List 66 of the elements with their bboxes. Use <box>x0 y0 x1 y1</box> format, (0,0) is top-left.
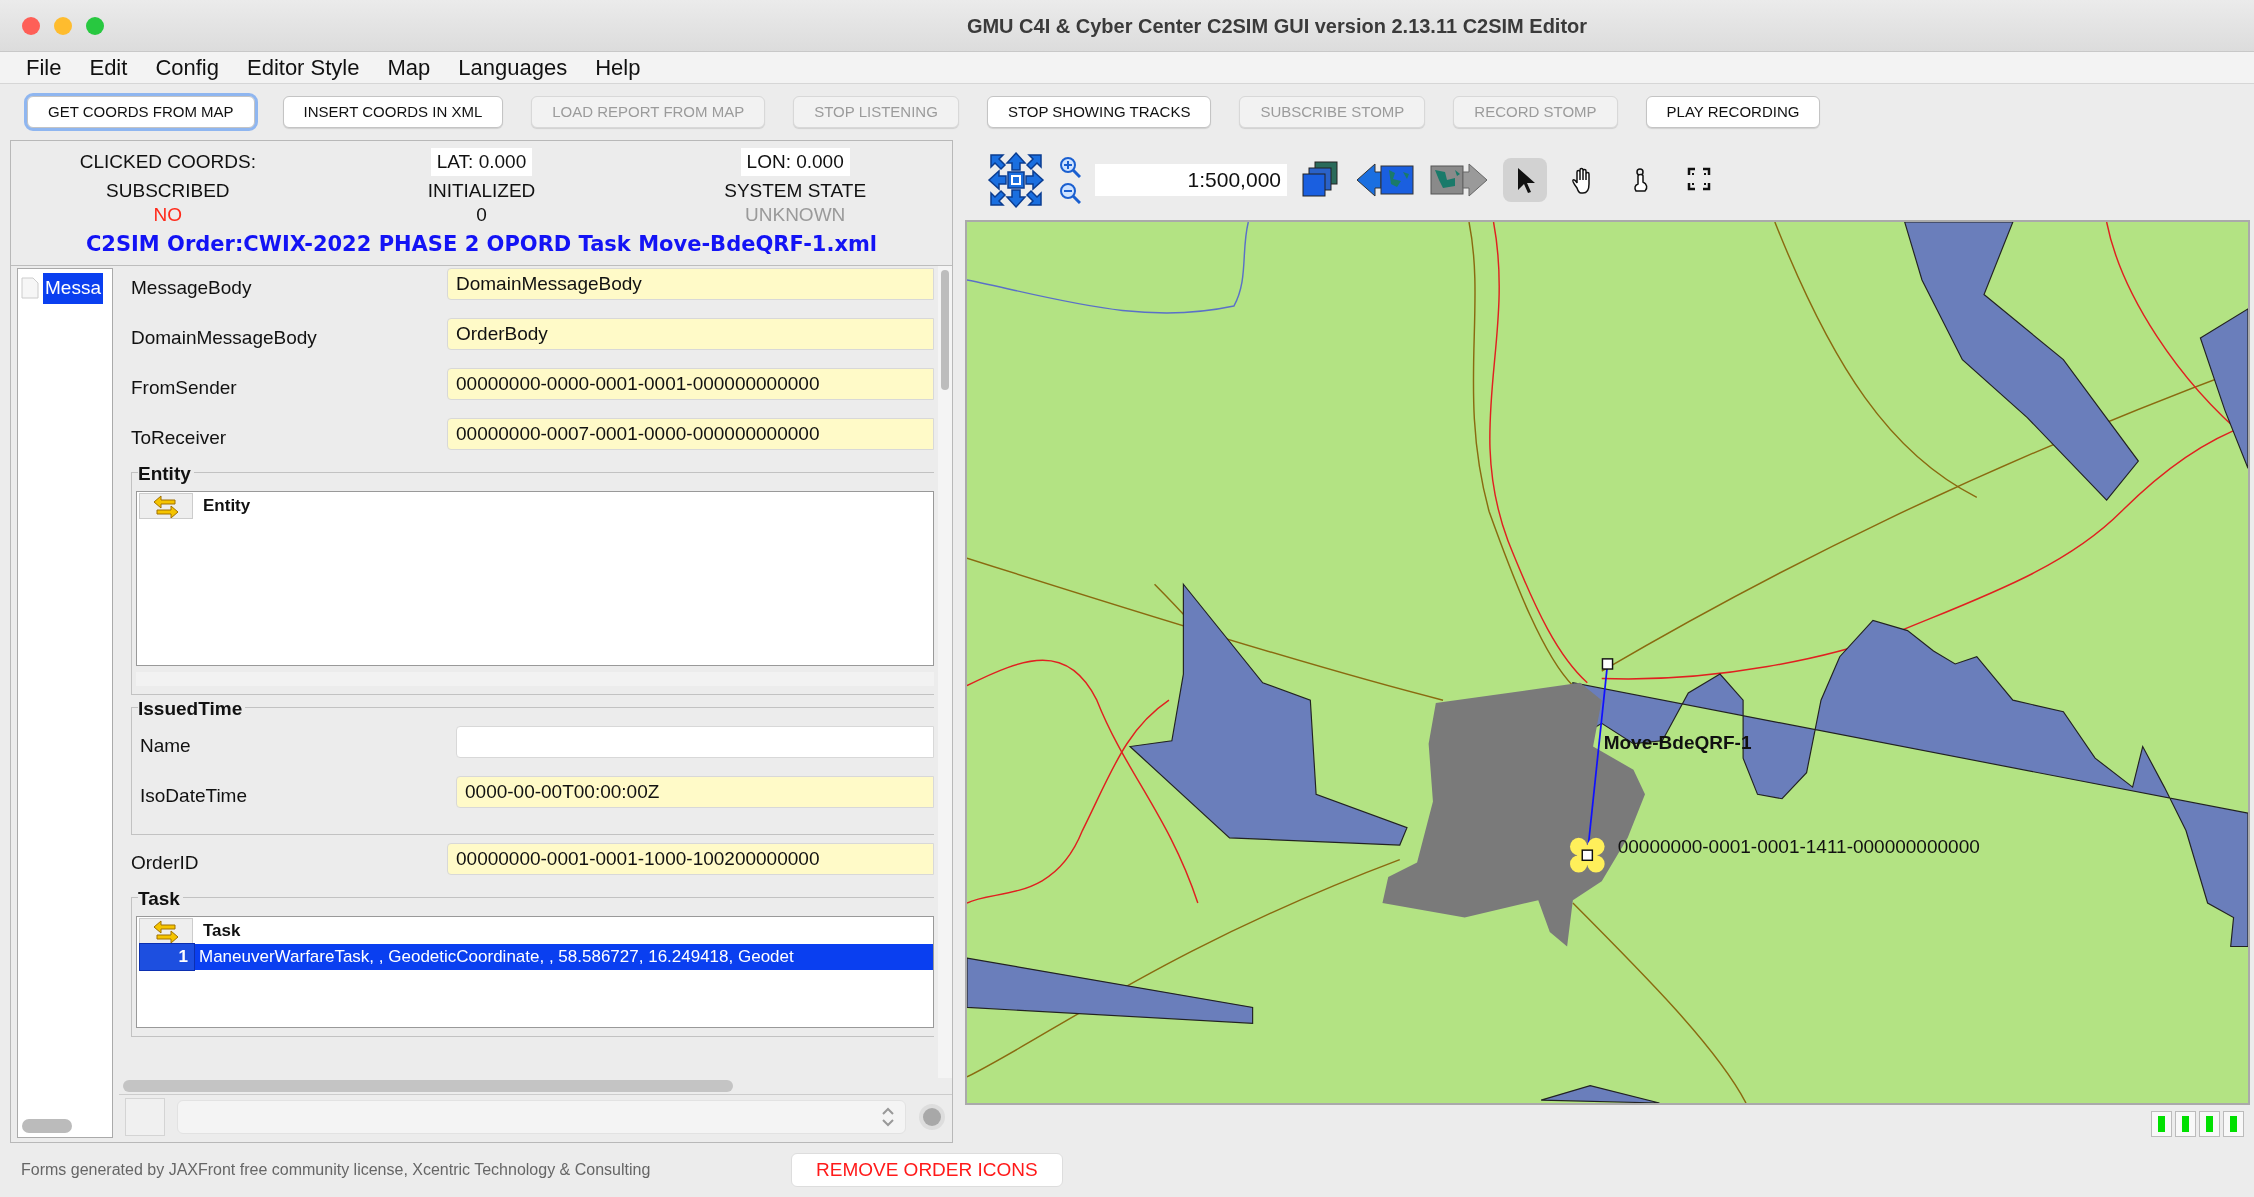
status-light-icon <box>2223 1111 2244 1137</box>
status-value: UNKNOWN <box>744 202 847 227</box>
toolbar-button[interactable]: PLAY RECORDING <box>1645 96 1821 128</box>
swap-arrows-icon <box>151 919 181 943</box>
scrollbar[interactable] <box>123 1080 733 1092</box>
zoom-in-icon[interactable] <box>1059 156 1081 178</box>
menu-item[interactable]: Config <box>141 51 233 84</box>
latitude-value: LAT: 0.000 <box>430 147 533 177</box>
longitude-value: LON: 0.000 <box>740 147 850 177</box>
scrollbar[interactable] <box>22 1119 72 1133</box>
text-field[interactable]: OrderBody <box>447 318 934 350</box>
field-label: OrderID <box>130 851 200 875</box>
menu-item[interactable]: Languages <box>444 51 582 84</box>
text-field[interactable]: 00000000-0001-0001-1000-100200000000 <box>447 843 934 875</box>
table-row[interactable]: ManeuverWarfareTask, , GeodeticCoordinate, , 58.586727, 16.249418, Geodet <box>195 944 933 970</box>
back-map-icon[interactable] <box>1355 160 1415 200</box>
field-label: DomainMessageBody <box>130 326 318 350</box>
field-label: MessageBody <box>130 276 253 300</box>
text-field[interactable]: 00000000-0000-0001-0001-000000000000 <box>447 368 934 400</box>
menu-item[interactable]: Editor Style <box>232 51 374 84</box>
document-icon <box>21 277 39 300</box>
status-light-icon <box>2151 1111 2172 1137</box>
table-header: Entity <box>203 495 251 518</box>
swap-arrows-icon <box>151 494 181 518</box>
text-field[interactable] <box>456 726 934 758</box>
field-label: FromSender <box>130 376 238 400</box>
window-title: GMU C4I & Cyber Center C2SIM GUI version 2.13.11 C2SIM Editor <box>966 13 1588 39</box>
updown-icon <box>881 1105 895 1128</box>
field-label: ToReceiver <box>130 426 228 450</box>
status-light-icon <box>2175 1111 2196 1137</box>
field-label: IsoDateTime <box>139 784 248 808</box>
status-label: INITIALIZED <box>426 178 537 203</box>
status-label: SUBSCRIBED <box>105 178 231 203</box>
layers-icon[interactable] <box>1301 160 1341 200</box>
text-field[interactable]: DomainMessageBody <box>447 268 934 300</box>
text-field[interactable]: 0000-00-00T00:00:00Z <box>456 776 934 808</box>
table-header: Task <box>203 920 241 943</box>
remove-order-icons-button[interactable]: REMOVE ORDER ICONS <box>791 1153 1063 1187</box>
field-label: Name <box>139 734 192 758</box>
text-field[interactable]: 00000000-0007-0001-0000-000000000000 <box>447 418 934 450</box>
menu-item[interactable]: Edit <box>75 51 142 84</box>
status-value: 0 <box>475 202 488 227</box>
row-number: 1 <box>139 943 195 971</box>
toolbar-button[interactable]: STOP SHOWING TRACKS <box>986 96 1212 128</box>
menu-item[interactable]: File <box>12 51 76 84</box>
status-value: NO <box>152 202 184 227</box>
pan-icon[interactable] <box>987 151 1045 209</box>
menu-item[interactable]: Map <box>373 51 445 84</box>
status-label: SYSTEM STATE <box>723 178 868 203</box>
order-title: C2SIM Order:CWIX-2022 PHASE 2 OPORD Task Move-BdeQRF-1.xml <box>84 231 879 259</box>
zoom-out-icon[interactable] <box>1059 182 1081 204</box>
window-control-icon[interactable] <box>22 17 40 35</box>
unit-marker-icon[interactable] <box>1570 837 1605 873</box>
toolbar-button[interactable]: INSERT COORDS IN XML <box>282 96 504 128</box>
license-text: Forms generated by JAXFront free community license, Xcentric Technology & Consulting <box>21 1160 652 1180</box>
menu-item[interactable]: Help <box>581 51 655 84</box>
unit-label: 00000000-0001-0001-1411-000000000000 <box>1617 834 1980 859</box>
status-light-icon <box>2199 1111 2220 1137</box>
scale-field[interactable]: 1:500,000 <box>1095 164 1287 196</box>
tree-item[interactable]: Messa <box>43 273 103 304</box>
scrollbar[interactable] <box>941 270 949 390</box>
coords-label: CLICKED COORDS: <box>78 149 257 174</box>
swap-button[interactable] <box>139 918 193 944</box>
tool-button[interactable] <box>1503 158 1547 202</box>
toolbar-button[interactable]: GET COORDS FROM MAP <box>27 96 255 128</box>
forward-map-icon[interactable] <box>1429 160 1489 200</box>
